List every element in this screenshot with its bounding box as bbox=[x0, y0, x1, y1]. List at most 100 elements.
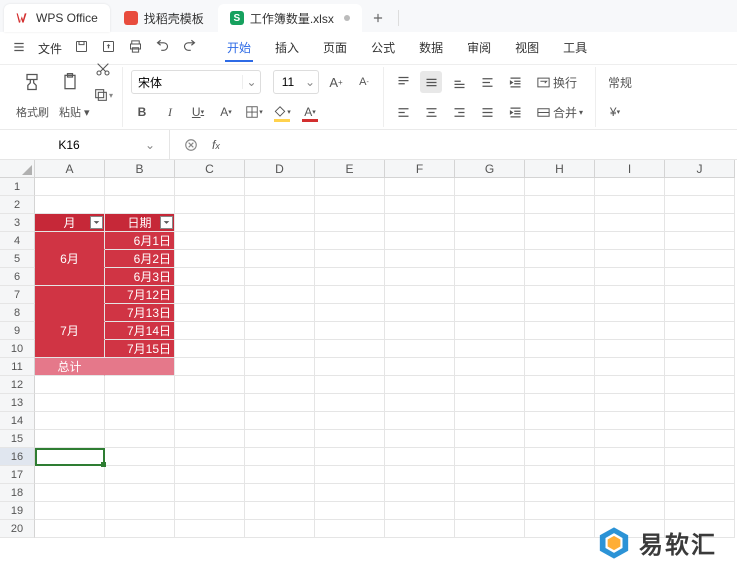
cell[interactable] bbox=[595, 412, 665, 430]
cell[interactable] bbox=[35, 484, 105, 502]
chevron-down-icon[interactable]: ⌄ bbox=[302, 75, 318, 89]
cell[interactable] bbox=[105, 502, 175, 520]
cell[interactable] bbox=[35, 448, 105, 466]
row-header[interactable]: 10 bbox=[0, 340, 35, 358]
cell[interactable] bbox=[35, 196, 105, 214]
cell[interactable] bbox=[595, 214, 665, 232]
cell[interactable] bbox=[385, 394, 455, 412]
cell[interactable] bbox=[385, 430, 455, 448]
chevron-down-icon[interactable]: ⌄ bbox=[242, 75, 260, 89]
align-top-icon[interactable] bbox=[392, 71, 414, 93]
menu-view[interactable]: 视图 bbox=[513, 35, 541, 62]
cut-icon[interactable] bbox=[92, 58, 114, 80]
menu-start[interactable]: 开始 bbox=[225, 35, 253, 62]
cell[interactable] bbox=[105, 466, 175, 484]
cell[interactable] bbox=[175, 484, 245, 502]
row-header[interactable]: 15 bbox=[0, 430, 35, 448]
row-header[interactable]: 5 bbox=[0, 250, 35, 268]
row-header[interactable]: 7 bbox=[0, 286, 35, 304]
cell[interactable] bbox=[175, 448, 245, 466]
cell[interactable] bbox=[385, 232, 455, 250]
cell[interactable] bbox=[455, 304, 525, 322]
underline-icon[interactable]: U▾ bbox=[187, 101, 209, 123]
select-all-corner[interactable] bbox=[0, 160, 35, 178]
cell[interactable] bbox=[315, 484, 385, 502]
cell[interactable] bbox=[385, 466, 455, 484]
file-menu[interactable]: 文件 bbox=[38, 40, 62, 57]
menu-formula[interactable]: 公式 bbox=[369, 35, 397, 62]
cell[interactable] bbox=[455, 232, 525, 250]
cell[interactable] bbox=[385, 304, 455, 322]
row-header[interactable]: 1 bbox=[0, 178, 35, 196]
fill-color-icon[interactable]: ▾ bbox=[271, 101, 293, 123]
cell[interactable] bbox=[595, 376, 665, 394]
cell[interactable] bbox=[105, 430, 175, 448]
cell[interactable] bbox=[245, 502, 315, 520]
cell[interactable] bbox=[315, 214, 385, 232]
cell[interactable]: 总计 bbox=[35, 358, 105, 376]
cell[interactable] bbox=[525, 394, 595, 412]
cell[interactable]: 7月15日 bbox=[105, 340, 175, 358]
menu-insert[interactable]: 插入 bbox=[273, 35, 301, 62]
row-header[interactable]: 13 bbox=[0, 394, 35, 412]
cell[interactable] bbox=[245, 376, 315, 394]
cell[interactable] bbox=[105, 520, 175, 538]
cell[interactable] bbox=[385, 358, 455, 376]
cell[interactable] bbox=[665, 412, 735, 430]
row-header[interactable]: 16 bbox=[0, 448, 35, 466]
align-middle-icon[interactable] bbox=[420, 71, 442, 93]
cell[interactable] bbox=[665, 250, 735, 268]
cell[interactable] bbox=[175, 340, 245, 358]
cell[interactable] bbox=[665, 448, 735, 466]
cell[interactable] bbox=[245, 394, 315, 412]
cell[interactable] bbox=[455, 286, 525, 304]
cell[interactable] bbox=[35, 178, 105, 196]
cell[interactable] bbox=[385, 412, 455, 430]
cell[interactable] bbox=[595, 250, 665, 268]
strike-icon[interactable]: A▾ bbox=[215, 101, 237, 123]
cell[interactable] bbox=[525, 286, 595, 304]
font-size-input[interactable] bbox=[274, 75, 302, 89]
font-name-select[interactable]: ⌄ bbox=[131, 70, 261, 94]
cell[interactable] bbox=[385, 196, 455, 214]
menu-tools[interactable]: 工具 bbox=[561, 35, 589, 62]
cell[interactable] bbox=[245, 448, 315, 466]
cell[interactable] bbox=[315, 412, 385, 430]
cell[interactable] bbox=[315, 178, 385, 196]
cell[interactable] bbox=[315, 376, 385, 394]
cell[interactable] bbox=[455, 502, 525, 520]
cell[interactable]: 7月12日 bbox=[105, 286, 175, 304]
cell[interactable] bbox=[385, 286, 455, 304]
cell[interactable]: 6月3日 bbox=[105, 268, 175, 286]
cell[interactable] bbox=[315, 430, 385, 448]
cell[interactable] bbox=[245, 340, 315, 358]
cell[interactable] bbox=[175, 196, 245, 214]
cells-area[interactable]: 月日期6月1日6月6月2日6月3日7月12日7月13日7月7月14日7月15日总… bbox=[35, 178, 737, 538]
menu-review[interactable]: 审阅 bbox=[465, 35, 493, 62]
cell[interactable] bbox=[315, 196, 385, 214]
cell[interactable] bbox=[525, 502, 595, 520]
cell[interactable] bbox=[175, 268, 245, 286]
cell[interactable] bbox=[105, 178, 175, 196]
menu-page[interactable]: 页面 bbox=[321, 35, 349, 62]
wrap-button[interactable]: 换行 bbox=[532, 72, 581, 93]
redo-icon[interactable] bbox=[182, 39, 197, 57]
justify-icon[interactable] bbox=[476, 101, 498, 123]
orientation-icon[interactable] bbox=[476, 71, 498, 93]
border-icon[interactable]: ▾ bbox=[243, 101, 265, 123]
cell[interactable]: 月 bbox=[35, 214, 105, 232]
row-header[interactable]: 2 bbox=[0, 196, 35, 214]
menu-hamburger-icon[interactable] bbox=[12, 40, 26, 57]
cell[interactable] bbox=[525, 430, 595, 448]
cell[interactable] bbox=[105, 376, 175, 394]
cell[interactable] bbox=[175, 358, 245, 376]
cell[interactable] bbox=[595, 178, 665, 196]
cell[interactable] bbox=[315, 250, 385, 268]
cell[interactable] bbox=[175, 466, 245, 484]
cell[interactable] bbox=[455, 430, 525, 448]
cell[interactable] bbox=[525, 448, 595, 466]
cell[interactable] bbox=[525, 322, 595, 340]
italic-icon[interactable]: I bbox=[159, 101, 181, 123]
cell[interactable] bbox=[35, 430, 105, 448]
col-header[interactable]: D bbox=[245, 160, 315, 178]
